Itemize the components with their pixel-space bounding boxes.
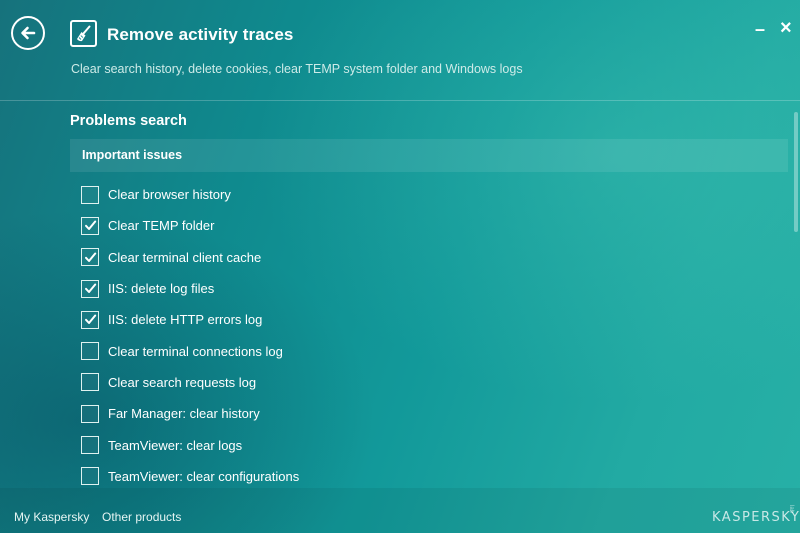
header-divider [0,100,800,101]
checkbox[interactable] [81,467,99,486]
option-iis-delete-http-errors-log[interactable]: IIS: delete HTTP errors log [81,304,781,335]
options-list: Clear browser history Clear TEMP folder … [81,179,781,492]
group-header: Important issues [70,139,788,172]
option-iis-delete-log-files[interactable]: IIS: delete log files [81,273,781,304]
option-label: Clear terminal client cache [108,249,262,265]
kaspersky-logo-suffix: lab [788,505,794,514]
checkbox[interactable] [81,279,99,298]
checkmark-icon [84,252,96,262]
option-clear-search-requests-log[interactable]: Clear search requests log [81,367,781,398]
my-kaspersky-link[interactable]: My Kaspersky [14,510,89,524]
scrollbar-thumb[interactable] [794,112,798,232]
option-teamviewer-clear-logs[interactable]: TeamViewer: clear logs [81,429,781,460]
checkbox[interactable] [81,216,99,235]
checkbox[interactable] [81,248,99,267]
checkmark-icon [84,283,96,294]
page-title: Remove activity traces [107,25,294,44]
other-products-link[interactable]: Other products [102,510,181,524]
checkbox[interactable] [81,404,99,423]
back-arrow-icon [21,26,36,40]
option-far-manager-clear-history[interactable]: Far Manager: clear history [81,398,781,429]
option-clear-terminal-client-cache[interactable]: Clear terminal client cache [81,242,781,273]
option-label: TeamViewer: clear configurations [108,468,300,484]
page-subtitle: Clear search history, delete cookies, cl… [71,62,523,76]
footer: My Kaspersky Other products KASPERSKY la… [0,488,800,533]
minimize-button[interactable]: – [755,20,765,38]
close-button[interactable]: × [780,18,792,38]
option-label: IIS: delete HTTP errors log [108,312,263,328]
back-button[interactable] [11,16,45,50]
kaspersky-logo: KASPERSKY [712,510,800,525]
option-label: Far Manager: clear history [108,406,260,422]
vertical-scrollbar[interactable] [791,104,800,484]
option-clear-browser-history[interactable]: Clear browser history [81,179,781,210]
option-label: Clear terminal connections log [108,343,283,359]
option-clear-terminal-connections-log[interactable]: Clear terminal connections log [81,335,781,366]
checkmark-icon [84,220,96,231]
checkbox[interactable] [81,373,99,392]
option-clear-temp-folder[interactable]: Clear TEMP folder [81,210,781,241]
option-label: Clear search requests log [108,374,257,390]
checkbox[interactable] [81,310,99,329]
section-title: Problems search [70,113,187,129]
broom-icon [70,20,97,47]
checkbox[interactable] [81,342,99,361]
checkbox[interactable] [81,436,99,455]
option-label: Clear browser history [108,187,231,203]
option-label: TeamViewer: clear logs [108,437,243,453]
option-label: Clear TEMP folder [108,218,215,234]
checkbox[interactable] [81,185,99,204]
option-label: IIS: delete log files [108,281,215,297]
checkmark-icon [84,314,96,325]
